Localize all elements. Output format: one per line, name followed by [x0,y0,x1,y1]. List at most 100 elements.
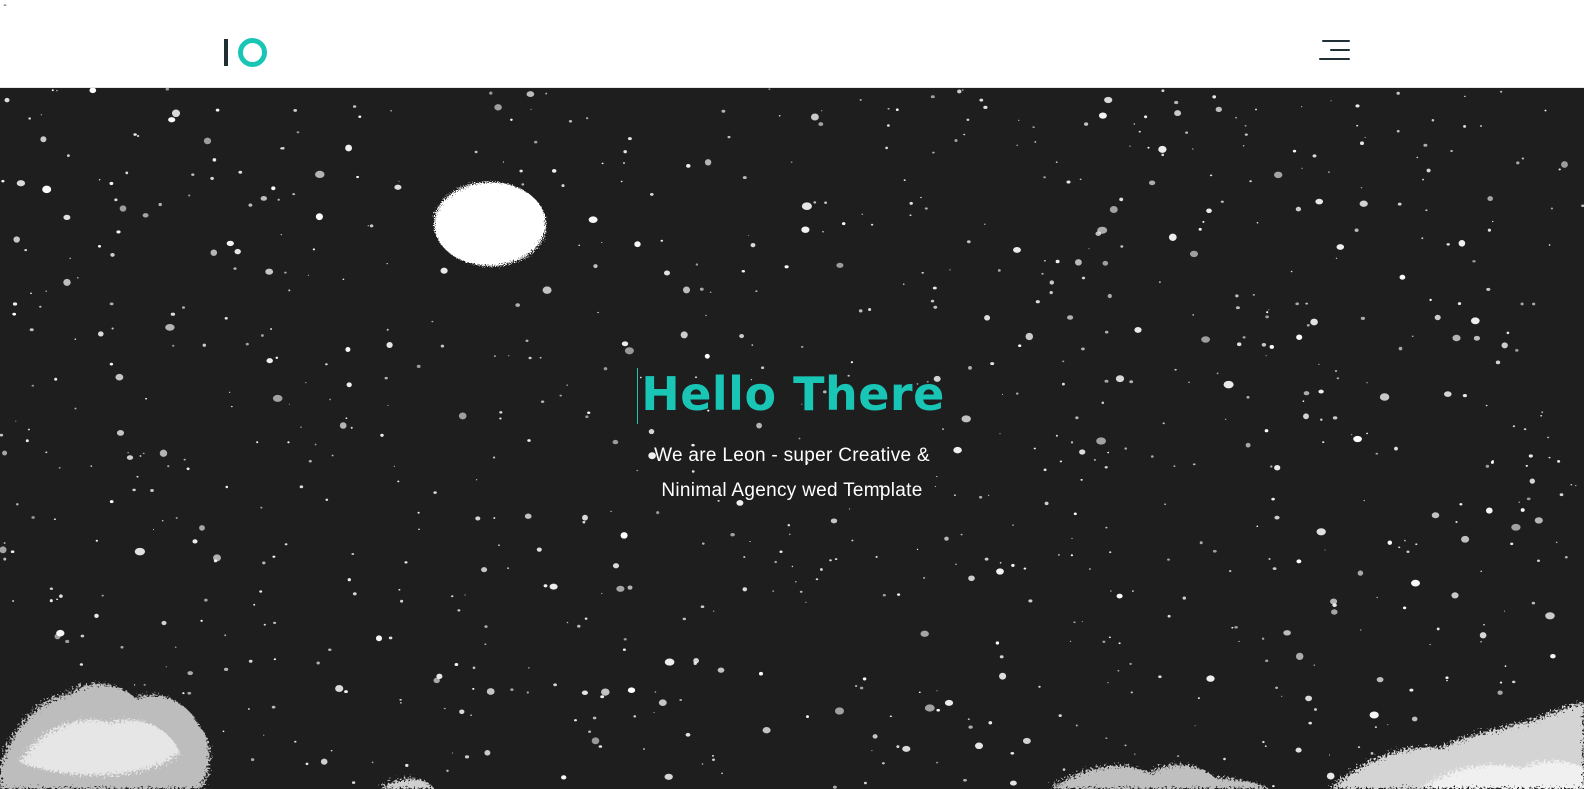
star [454,662,459,667]
star [358,115,362,119]
star [701,763,704,765]
star [13,236,20,243]
star [1049,280,1055,285]
star [116,230,121,234]
star [39,305,42,308]
star [494,104,502,111]
star [593,264,598,269]
star [345,144,353,152]
star [862,677,867,681]
star [622,162,626,164]
star [601,688,610,696]
star [936,690,938,692]
star [791,565,794,568]
star [165,88,170,91]
star [1209,174,1213,177]
star [1296,652,1304,661]
star [49,599,53,603]
star [1387,724,1389,726]
star [984,223,986,225]
hero-content: Hello There We are Leon - super Creative… [0,366,1584,508]
star [784,265,789,269]
star [1406,550,1410,553]
star [187,691,192,695]
hamburger-menu-icon[interactable] [1318,38,1350,62]
star [897,593,901,596]
star [1098,112,1107,119]
star [933,305,938,309]
star [1013,246,1021,253]
star [4,97,10,103]
star [658,699,667,707]
star [12,302,18,306]
star [806,715,809,718]
star [999,672,1007,680]
star [1501,342,1508,349]
star [1511,680,1516,684]
star [909,214,912,217]
star [464,594,466,596]
star [1067,315,1074,320]
star [741,269,746,273]
star [889,715,893,718]
star [920,196,922,199]
star [988,721,993,725]
star [790,161,793,163]
star [854,685,858,687]
star [664,773,673,780]
star [721,109,726,113]
star [778,115,781,117]
star [528,667,530,669]
star [165,666,167,668]
star [247,708,250,710]
star [526,691,529,694]
star [1336,244,1345,250]
star [578,244,581,247]
star [800,345,804,348]
star [109,181,114,186]
star [1396,129,1400,133]
star [750,243,756,248]
star [1357,570,1364,576]
star [530,108,532,110]
star [682,617,687,621]
star [542,286,552,294]
star [325,363,328,366]
star [1328,754,1331,756]
star [386,263,388,265]
star [224,634,227,637]
star [271,705,276,709]
star [386,341,393,349]
star [1010,751,1015,755]
star [294,740,297,743]
star [199,525,205,531]
star [895,108,899,111]
star [1376,596,1379,599]
star [713,610,715,612]
star [680,331,688,339]
star [868,307,872,312]
star [1564,555,1568,559]
star [1069,640,1072,643]
io-logo-icon[interactable] [224,38,268,68]
star [29,328,34,332]
star [1134,753,1136,755]
star [612,563,620,569]
star [1397,202,1402,206]
star [712,754,714,757]
star [125,171,129,175]
star [203,137,212,145]
star [820,568,823,571]
star [1495,360,1501,365]
star [250,758,255,762]
star [620,532,628,539]
star [664,658,675,666]
star [63,214,71,221]
star [188,194,191,197]
star [1009,780,1017,786]
star [871,750,873,752]
star [226,240,234,247]
star [1265,355,1267,357]
star [1109,205,1118,214]
star [388,636,393,640]
